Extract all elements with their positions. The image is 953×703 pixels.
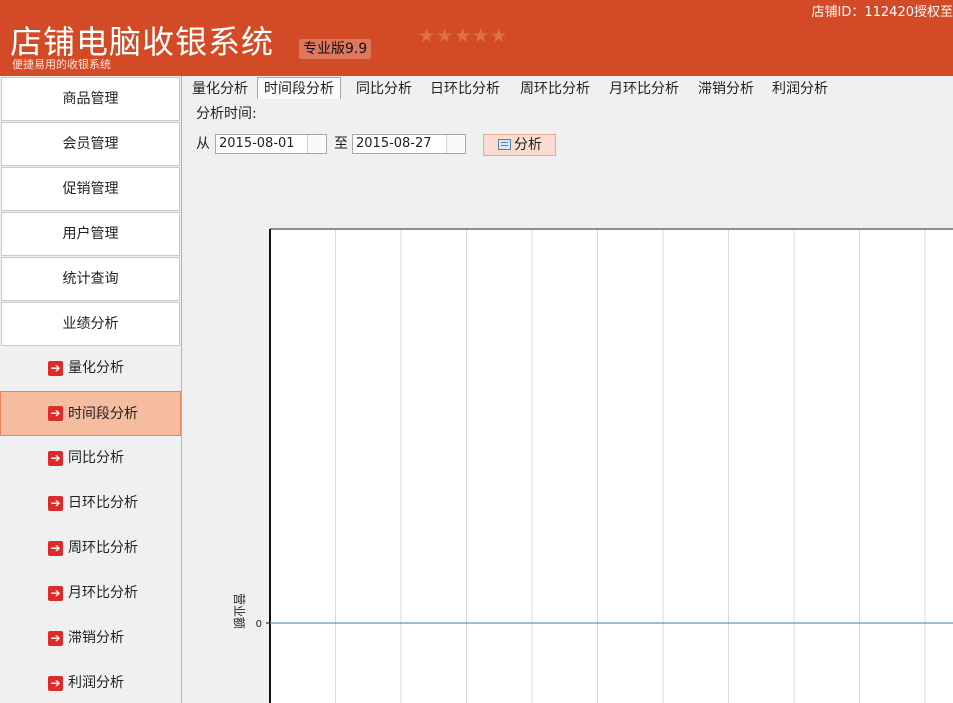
sidebar: 商品管理 会员管理 促销管理 用户管理 统计查询 业绩分析 ➔ 量化分析 ➔ 时… <box>0 76 182 703</box>
arrow-right-icon: ➔ <box>48 541 63 556</box>
arrow-right-icon: ➔ <box>48 631 63 646</box>
arrow-right-icon: ➔ <box>48 451 63 466</box>
tab-bar: 量化分析 时间段分析 同比分析 日环比分析 周环比分析 月环比分析 滞销分析 利… <box>183 77 953 101</box>
tab-weekly-mom-analysis[interactable]: 周环比分析 <box>518 79 592 99</box>
chart-area: 0 营业额 <box>183 177 953 703</box>
submenu-item-label: 滞销分析 <box>68 630 124 646</box>
plot-background <box>270 229 953 703</box>
arrow-right-icon: ➔ <box>48 406 63 421</box>
submenu-item-label: 利润分析 <box>68 675 124 691</box>
from-date-value: 2015-08-01 <box>219 136 295 151</box>
app-header: 店铺电脑收银系统 专业版9.9 便捷易用的收银系统 ★★★★★ 店铺ID：112… <box>0 0 953 76</box>
sidebar-item-label: 业绩分析 <box>62 316 119 332</box>
sidebar-item-label: 会员管理 <box>62 136 119 152</box>
edition-badge: 专业版9.9 <box>299 39 372 59</box>
to-date-value: 2015-08-27 <box>356 136 432 151</box>
analysis-time-label: 分析时间: <box>196 106 257 122</box>
from-label: 从 <box>196 136 210 152</box>
tab-time-period-analysis[interactable]: 时间段分析 <box>257 77 341 101</box>
to-label: 至 <box>334 136 348 152</box>
sidebar-item-member-management[interactable]: 会员管理 <box>1 122 180 166</box>
store-id-text: 店铺ID：112420授权至 <box>811 5 953 20</box>
tab-yoy-analysis[interactable]: 同比分析 <box>354 79 414 99</box>
analyze-button-label: 分析 <box>514 137 542 153</box>
submenu-item-label: 时间段分析 <box>68 406 138 422</box>
from-date-picker[interactable]: 2015-08-01 <box>215 134 327 154</box>
tab-daily-mom-analysis[interactable]: 日环比分析 <box>428 79 502 99</box>
analyze-button[interactable]: 分析 <box>483 134 556 156</box>
sidebar-item-label: 商品管理 <box>62 91 119 107</box>
submenu-item-label: 同比分析 <box>68 450 124 466</box>
rating-stars-icon: ★★★★★ <box>418 25 509 47</box>
y-axis-label: 营业额 <box>232 593 246 629</box>
sidebar-item-performance-analysis[interactable]: 业绩分析 <box>1 302 180 346</box>
arrow-right-icon: ➔ <box>48 586 63 601</box>
submenu-item-monthly-mom-analysis[interactable]: ➔ 月环比分析 <box>0 571 181 616</box>
submenu-item-label: 月环比分析 <box>68 585 138 601</box>
tab-panel: 分析时间: 从 2015-08-01 至 2015-08-27 分析 0 营业额 <box>183 99 953 703</box>
tab-quantitative-analysis[interactable]: 量化分析 <box>190 79 250 99</box>
tab-monthly-mom-analysis[interactable]: 月环比分析 <box>607 79 681 99</box>
y-tick-label: 0 <box>256 619 262 630</box>
submenu-item-daily-mom-analysis[interactable]: ➔ 日环比分析 <box>0 481 181 526</box>
submenu-item-quantitative-analysis[interactable]: ➔ 量化分析 <box>0 346 181 391</box>
app-subtitle: 便捷易用的收银系统 <box>12 58 111 71</box>
sidebar-item-label: 用户管理 <box>62 226 119 242</box>
submenu-item-profit-analysis[interactable]: ➔ 利润分析 <box>0 661 181 703</box>
sidebar-item-product-management[interactable]: 商品管理 <box>1 77 180 121</box>
line-chart: 0 营业额 <box>232 228 953 703</box>
calendar-dropdown-icon[interactable] <box>307 135 326 153</box>
submenu-item-yoy-analysis[interactable]: ➔ 同比分析 <box>0 436 181 481</box>
submenu-item-time-period-analysis[interactable]: ➔ 时间段分析 <box>0 391 181 436</box>
arrow-right-icon: ➔ <box>48 361 63 376</box>
calendar-dropdown-icon[interactable] <box>446 135 465 153</box>
submenu-item-label: 周环比分析 <box>68 540 138 556</box>
tab-slow-moving-analysis[interactable]: 滞销分析 <box>696 79 756 99</box>
tab-profit-analysis[interactable]: 利润分析 <box>770 79 830 99</box>
arrow-right-icon: ➔ <box>48 496 63 511</box>
submenu-item-slow-moving-analysis[interactable]: ➔ 滞销分析 <box>0 616 181 661</box>
submenu-item-weekly-mom-analysis[interactable]: ➔ 周环比分析 <box>0 526 181 571</box>
main-content: 量化分析 时间段分析 同比分析 日环比分析 周环比分析 月环比分析 滞销分析 利… <box>183 76 953 703</box>
submenu-item-label: 量化分析 <box>68 360 124 376</box>
sidebar-item-statistics-query[interactable]: 统计查询 <box>1 257 180 301</box>
to-date-picker[interactable]: 2015-08-27 <box>352 134 466 154</box>
sidebar-item-label: 促销管理 <box>62 181 119 197</box>
report-icon <box>498 139 511 150</box>
sidebar-item-label: 统计查询 <box>62 271 119 287</box>
arrow-right-icon: ➔ <box>48 676 63 691</box>
sidebar-item-promotion-management[interactable]: 促销管理 <box>1 167 180 211</box>
submenu-item-label: 日环比分析 <box>68 495 138 511</box>
sidebar-item-user-management[interactable]: 用户管理 <box>1 212 180 256</box>
app-title: 店铺电脑收银系统 <box>10 23 275 61</box>
